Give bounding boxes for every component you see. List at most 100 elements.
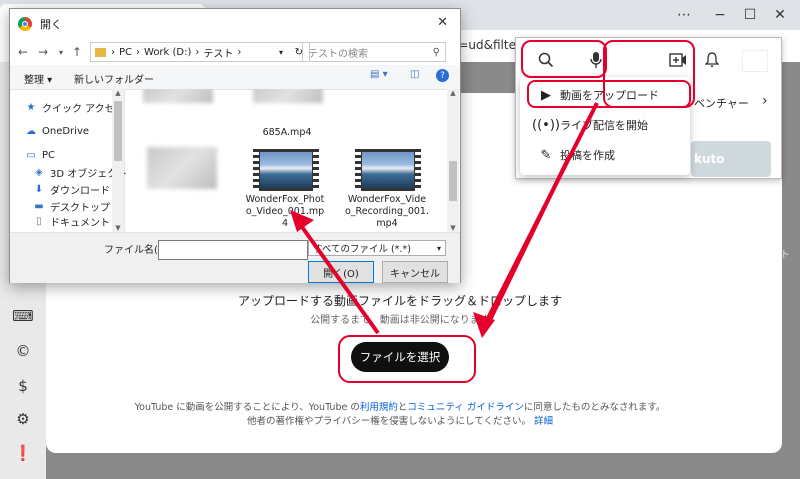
menu-item-go-live[interactable]: ((•)) ライブ配信を開始 (520, 111, 690, 139)
terms-suffix: に同意したものとみなされます。 (523, 402, 666, 413)
url-text: l=ud&filter (455, 38, 521, 52)
scroll-down-icon[interactable]: ▼ (112, 224, 124, 232)
background-category-chip: ベンチャー (694, 97, 749, 110)
cloud-icon: ☁ (26, 125, 36, 137)
nav-pc[interactable]: ▭ PC (24, 147, 55, 163)
search-placeholder: テストの検索 (308, 48, 368, 60)
subtitles-icon[interactable]: ⌨ (12, 306, 34, 326)
navigation-pane: ★ クイック アクセス ☁ OneDrive ▭ PC ◈ 3D オブジェクト ⬇ ダウン… (10, 89, 127, 232)
pc-icon: ▭ (26, 149, 36, 161)
private-note: 公開するまで、動画は非公開になります (310, 315, 490, 326)
breadcrumb-separator: › (237, 46, 242, 58)
file-type-value: すべてのファイル (*.*) (313, 244, 411, 255)
filename-input[interactable] (158, 240, 308, 260)
help-icon[interactable]: ? (436, 69, 449, 82)
breadcrumb-test[interactable]: テスト (203, 45, 233, 60)
nav-pane-scrollbar[interactable]: ▲ ▼ (112, 89, 124, 232)
nav-label: PC (42, 149, 56, 161)
breadcrumb-separator: › (136, 46, 141, 58)
document-icon: ▯ (36, 215, 42, 227)
upload-video-highlight (527, 80, 691, 108)
nav-label: ドキュメント (50, 217, 110, 228)
edit-icon: ✎ (540, 147, 552, 163)
search-icon: ⚲ (432, 46, 440, 58)
desktop-icon: ▬ (34, 200, 44, 212)
nav-desktop[interactable]: ▬ デスクトップ (32, 198, 110, 214)
feedback-icon[interactable]: ❗ (13, 443, 33, 463)
dialog-close-icon[interactable]: ✕ (437, 15, 448, 30)
scroll-thumb[interactable] (114, 101, 122, 161)
rights-text: 他者の著作権やプライバシー権を侵害しないようにしてください。 (246, 416, 531, 428)
close-window-button[interactable]: ✕ (760, 0, 800, 30)
nav-quick-access[interactable]: ★ クイック アクセス (24, 99, 125, 115)
folder-icon (95, 47, 106, 57)
scroll-down-icon[interactable]: ▼ (447, 224, 459, 232)
video-thumbnail-icon (355, 149, 421, 191)
terms-prefix: YouTube に動画を公開することにより、YouTube の (134, 402, 360, 413)
file-type-select[interactable]: すべてのファイル (*.*) ▾ (308, 240, 446, 256)
scroll-up-icon[interactable]: ▲ (112, 89, 124, 97)
scroll-up-icon[interactable]: ▲ (447, 89, 459, 97)
select-file-highlight (338, 335, 476, 383)
address-dropdown-icon[interactable]: ▾ (279, 48, 283, 57)
nav-downloads[interactable]: ⬇ ダウンロード (32, 181, 110, 197)
drag-drop-title: アップロードする動画ファイルをドラッグ＆ドロップします (237, 294, 562, 308)
blurred-thumbnail (143, 89, 213, 103)
file-name-video-recording: WonderFox_Video_Recording_001.mp4 (345, 194, 429, 229)
settings-icon[interactable]: ⚙ (13, 409, 33, 429)
view-options-icon[interactable]: ▤ ▾ (370, 69, 388, 80)
avatar[interactable] (742, 50, 768, 72)
nav-label: OneDrive (42, 125, 90, 137)
dialog-search-input[interactable]: テストの検索 ⚲ (302, 42, 446, 62)
community-guidelines-link[interactable]: コミュニティ ガイドライン (407, 402, 523, 413)
dialog-titlebar: 開く ✕ (10, 9, 460, 39)
breadcrumb-pc[interactable]: PC (119, 47, 132, 58)
details-link[interactable]: 詳細 (534, 416, 553, 427)
up-icon[interactable]: ↑ (68, 43, 86, 61)
blurred-thumbnail (253, 89, 323, 103)
cube-icon: ◈ (35, 166, 43, 178)
menu-item-create-post[interactable]: ✎ 投稿を作成 (520, 141, 690, 169)
download-icon: ⬇ (34, 183, 44, 195)
address-breadcrumb[interactable]: › PC › Work (D:) › テスト › ▾ ↻ (90, 42, 310, 62)
back-icon[interactable]: ← (14, 43, 32, 61)
copyright-icon[interactable]: © (13, 341, 33, 361)
terms-line: YouTube に動画を公開することにより、YouTube の利用規約とコミュニ… (90, 401, 710, 415)
nav-documents[interactable]: ▯ ドキュメント (32, 215, 110, 228)
live-icon: ((•)) (532, 117, 560, 133)
breadcrumb-work[interactable]: Work (D:) (144, 47, 191, 58)
file-list-scrollbar[interactable]: ▲ ▼ (447, 89, 459, 232)
dialog-bottom-bar: ファイル名(N): すべてのファイル (*.*) ▾ 開く(O) キャンセル (10, 232, 460, 283)
background-thumbnail-text: kuto (694, 152, 725, 166)
new-folder-button[interactable]: 新しいフォルダー (74, 71, 154, 86)
nav-onedrive[interactable]: ☁ OneDrive (24, 123, 89, 139)
bell-icon[interactable] (700, 48, 724, 72)
preview-pane-icon[interactable]: ◫ (410, 69, 419, 80)
terms-and: と (397, 402, 408, 413)
file-open-dialog: 開く ✕ ← → ▾ ↑ › PC › Work (D:) › テスト › ▾ … (9, 8, 461, 283)
video-file-highlight (236, 140, 316, 226)
star-icon: ★ (26, 101, 36, 113)
open-button[interactable]: 開く(O) (308, 261, 374, 283)
chevron-right-icon[interactable]: › (762, 93, 768, 109)
dialog-toolbar: 整理 ▾ 新しいフォルダー ▤ ▾ ◫ ? (10, 65, 460, 90)
rights-line: 他者の著作権やプライバシー権を侵害しないようにしてください。 詳細 (90, 415, 710, 429)
scroll-thumb[interactable] (449, 161, 457, 201)
dialog-nav-row: ← → ▾ ↑ › PC › Work (D:) › テスト › ▾ ↻ テスト… (10, 39, 460, 65)
search-highlight (521, 40, 607, 78)
breadcrumb-separator: › (111, 46, 115, 58)
file-name-685a[interactable]: 685A.mp4 (245, 127, 329, 139)
browser-menu-button[interactable]: ⋯ (664, 0, 704, 30)
dialog-title: 開く (40, 18, 62, 31)
terms-text: YouTube に動画を公開することにより、YouTube の利用規約とコミュニ… (90, 401, 710, 430)
chrome-icon (18, 17, 32, 31)
forward-icon[interactable]: → (34, 43, 52, 61)
cancel-button[interactable]: キャンセル (382, 261, 448, 283)
breadcrumb-separator: › (195, 46, 200, 58)
monetization-icon[interactable]: $ (13, 376, 33, 396)
organize-button[interactable]: 整理 ▾ (24, 71, 52, 86)
chevron-down-icon: ▾ (436, 243, 441, 253)
menu-item-label: ライブ配信を開始 (560, 119, 648, 132)
terms-of-service-link[interactable]: 利用規約 (360, 402, 398, 413)
file-item-video-recording[interactable]: WonderFox_Video_Recording_001.mp4 (345, 149, 431, 232)
